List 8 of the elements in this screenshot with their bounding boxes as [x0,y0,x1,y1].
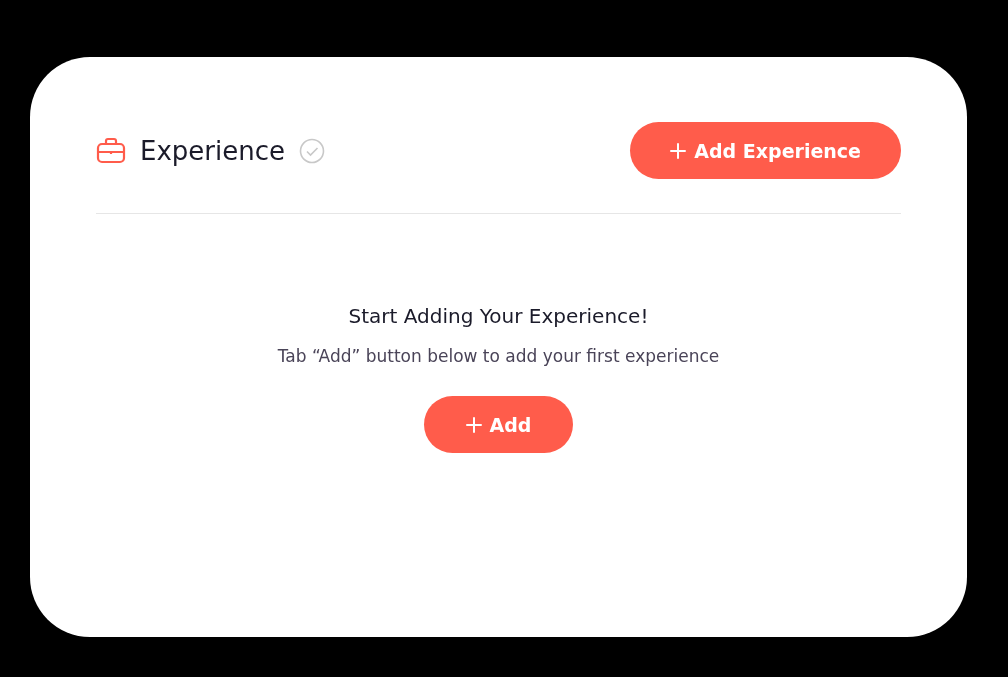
empty-message: Tab “Add” button below to add your first experience [277,345,720,367]
plus-icon [465,416,482,433]
plus-icon [670,142,687,159]
add-experience-button[interactable]: Add Experience [630,122,901,179]
add-button[interactable]: Add [423,396,574,453]
section-title: Experience [140,135,285,166]
empty-heading: Start Adding Your Experience! [348,304,649,328]
briefcase-icon [96,137,126,164]
